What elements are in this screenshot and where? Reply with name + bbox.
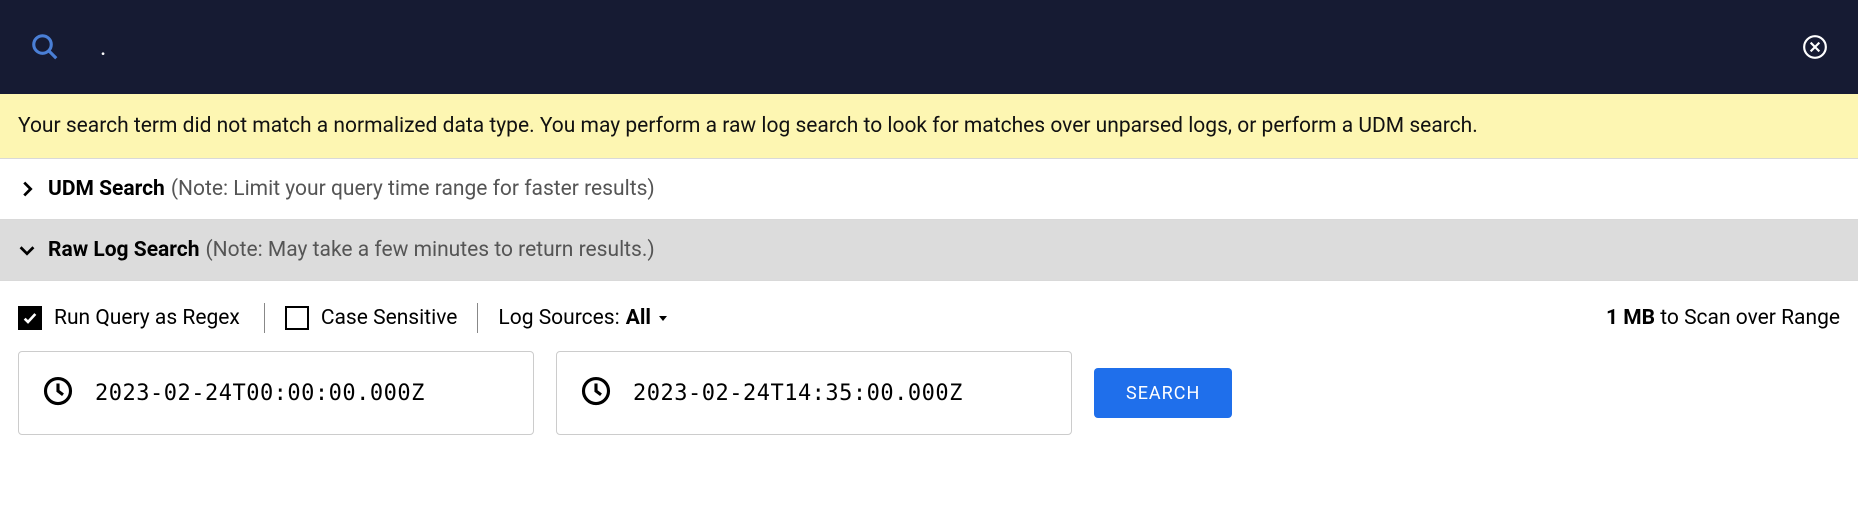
start-time-input[interactable]: 2023-02-24T00:00:00.000Z bbox=[18, 351, 534, 435]
case-label: Case Sensitive bbox=[321, 306, 458, 330]
scan-suffix: to Scan over Range bbox=[1655, 306, 1840, 330]
regex-checkbox-group: Run Query as Regex bbox=[18, 306, 240, 330]
clock-icon bbox=[43, 376, 73, 410]
case-checkbox-group: Case Sensitive bbox=[285, 306, 458, 330]
close-button[interactable] bbox=[1802, 34, 1828, 60]
udm-search-section-header[interactable]: UDM Search (Note: Limit your query time … bbox=[0, 159, 1858, 220]
raw-section-title: Raw Log Search bbox=[48, 238, 199, 262]
search-icon bbox=[30, 32, 60, 62]
log-sources-label: Log Sources: bbox=[498, 306, 619, 330]
udm-section-note: (Note: Limit your query time range for f… bbox=[171, 177, 655, 201]
end-time-input[interactable]: 2023-02-24T14:35:00.000Z bbox=[556, 351, 1072, 435]
search-bar bbox=[0, 0, 1858, 94]
end-time-value: 2023-02-24T14:35:00.000Z bbox=[633, 381, 963, 406]
chevron-right-icon bbox=[16, 178, 38, 200]
regex-checkbox[interactable] bbox=[18, 306, 42, 330]
scan-size: 1 MB bbox=[1606, 306, 1655, 330]
divider bbox=[477, 303, 478, 333]
raw-section-note: (Note: May take a few minutes to return … bbox=[205, 238, 654, 262]
scan-info: 1 MB to Scan over Range bbox=[1606, 306, 1840, 330]
log-sources-value: All bbox=[626, 306, 651, 330]
start-time-value: 2023-02-24T00:00:00.000Z bbox=[95, 381, 425, 406]
divider bbox=[264, 303, 265, 333]
regex-label: Run Query as Regex bbox=[54, 306, 240, 330]
time-row: 2023-02-24T00:00:00.000Z 2023-02-24T14:3… bbox=[0, 351, 1858, 465]
chevron-down-icon bbox=[16, 239, 38, 261]
udm-section-title: UDM Search bbox=[48, 177, 165, 201]
warning-banner: Your search term did not match a normali… bbox=[0, 94, 1858, 159]
search-input[interactable] bbox=[100, 33, 1802, 61]
caret-down-icon bbox=[657, 306, 669, 330]
search-button[interactable]: SEARCH bbox=[1094, 368, 1232, 418]
case-sensitive-checkbox[interactable] bbox=[285, 306, 309, 330]
clock-icon bbox=[581, 376, 611, 410]
log-sources-dropdown[interactable]: Log Sources: All bbox=[498, 306, 669, 330]
options-row: Run Query as Regex Case Sensitive Log So… bbox=[0, 281, 1858, 351]
raw-log-search-section-header[interactable]: Raw Log Search (Note: May take a few min… bbox=[0, 220, 1858, 281]
